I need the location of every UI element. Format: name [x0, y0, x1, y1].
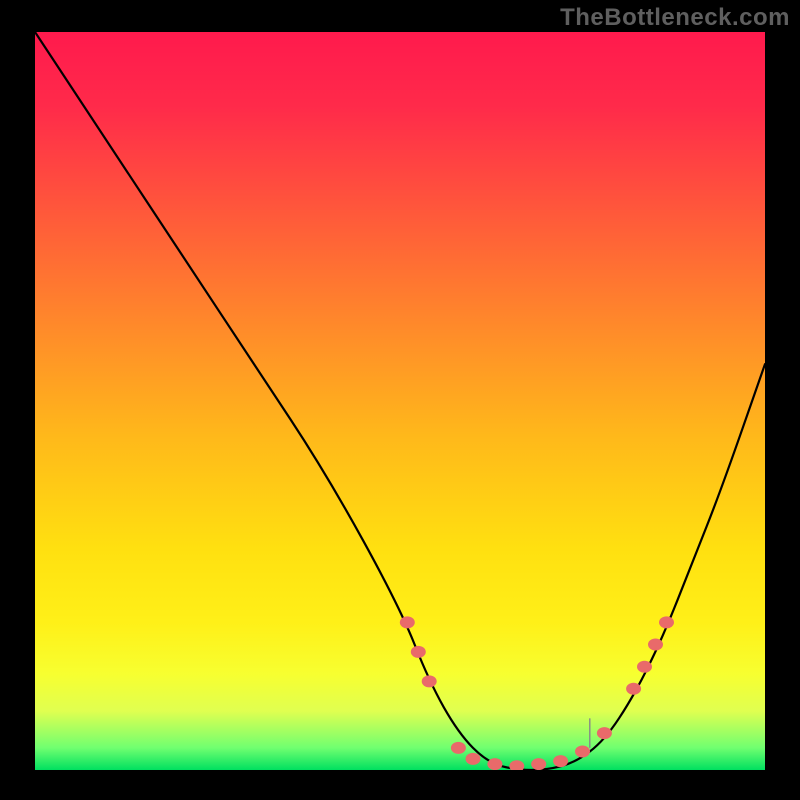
curve-marker — [451, 742, 466, 754]
curve-marker — [648, 639, 663, 651]
curve-marker — [575, 746, 590, 758]
curve-marker — [531, 758, 546, 770]
curve-marker — [553, 755, 568, 767]
curve-marker — [637, 661, 652, 673]
plot-area — [35, 32, 765, 770]
curve-marker — [411, 646, 426, 658]
bottleneck-curve-svg — [35, 32, 765, 770]
curve-marker — [487, 758, 502, 770]
marker-group — [400, 616, 674, 770]
watermark-text: TheBottleneck.com — [560, 4, 790, 32]
curve-marker — [659, 616, 674, 628]
curve-marker — [597, 727, 612, 739]
curve-marker — [422, 675, 437, 687]
curve-marker — [509, 760, 524, 770]
bottleneck-curve-path — [35, 32, 765, 770]
curve-marker — [466, 753, 481, 765]
curve-marker — [400, 616, 415, 628]
curve-marker — [626, 683, 641, 695]
chart-frame: TheBottleneck.com — [0, 0, 800, 800]
